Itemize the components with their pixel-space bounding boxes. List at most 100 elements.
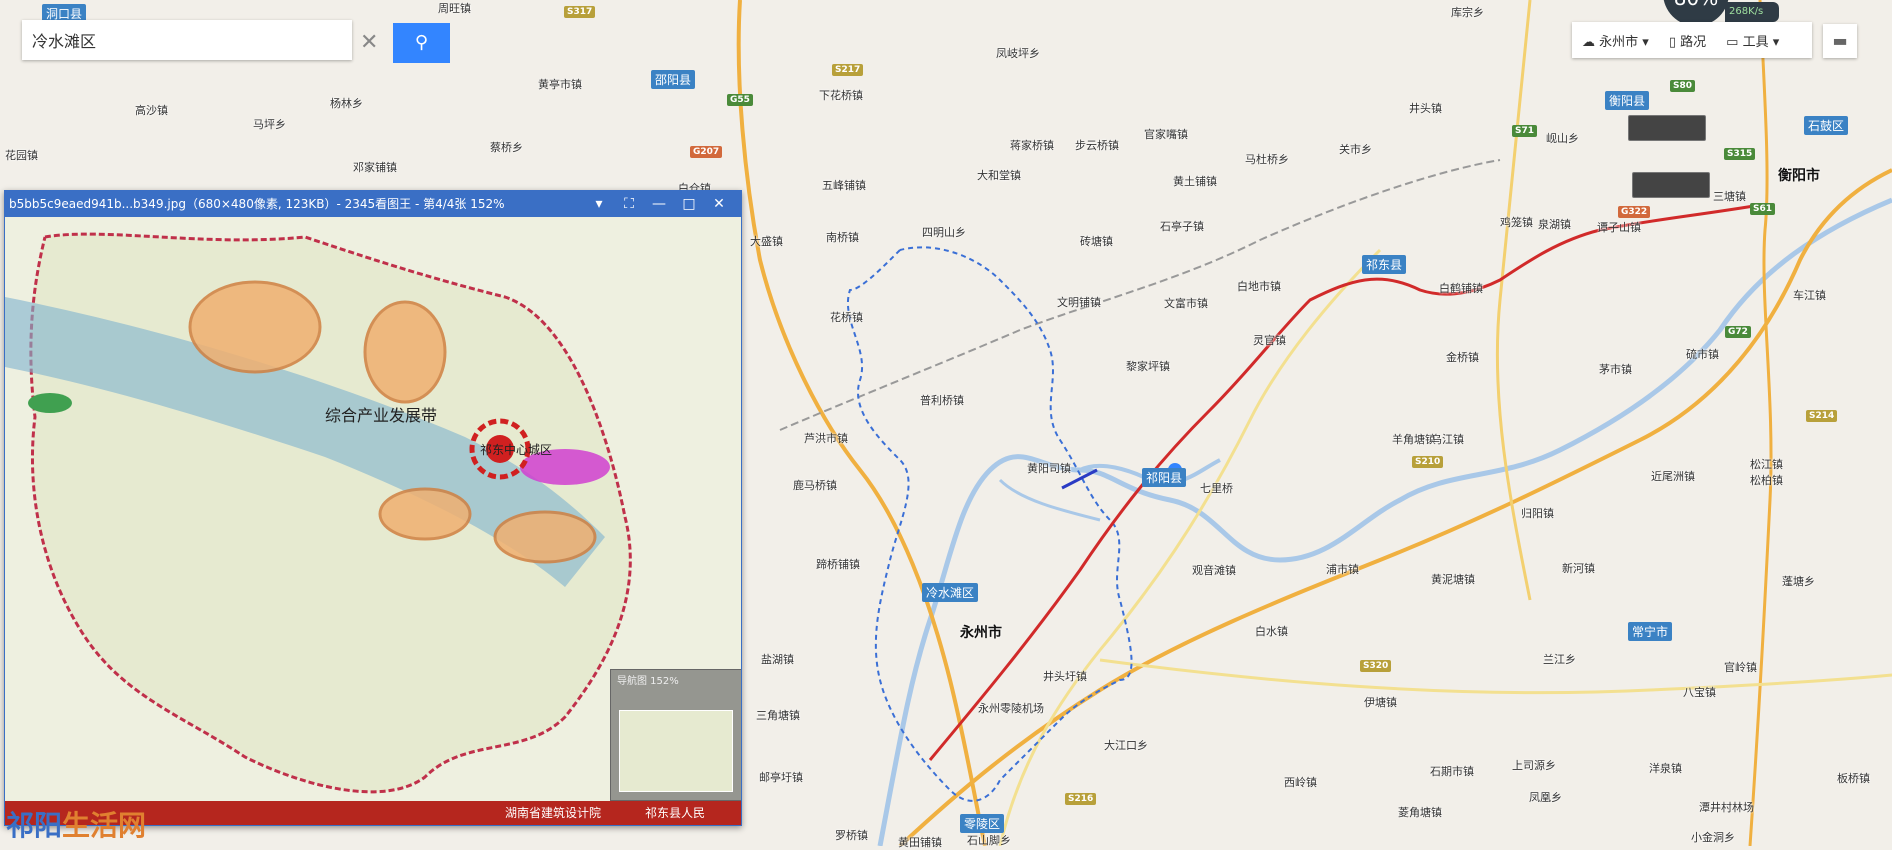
- road-shield: S320: [1360, 660, 1392, 672]
- road-shield: S317: [564, 6, 596, 18]
- road-shield: G72: [1725, 326, 1751, 338]
- road-shield: S61: [1750, 203, 1776, 215]
- traffic-button[interactable]: ▯ 路况: [1659, 31, 1716, 50]
- town: 井头圩镇: [1043, 670, 1087, 683]
- road-shield: S80: [1670, 80, 1696, 92]
- city-yongzhou[interactable]: 永州市: [960, 622, 1002, 642]
- town: 下花桥镇: [819, 89, 863, 102]
- town: 大江口乡: [1104, 739, 1148, 752]
- town: 黄泥塘镇: [1431, 573, 1475, 586]
- zone-green: [28, 393, 72, 413]
- county-shigu[interactable]: 石鼓区: [1804, 116, 1849, 135]
- county-changning[interactable]: 常宁市: [1628, 622, 1673, 641]
- dropdown-button[interactable]: ▾: [585, 191, 613, 217]
- city-select[interactable]: ☁ 永州市 ▾: [1572, 31, 1659, 50]
- town: 西岭镇: [1284, 776, 1317, 789]
- county-lengshuitan[interactable]: 冷水滩区: [922, 583, 979, 602]
- town: 新河镇: [1562, 562, 1595, 575]
- town: 谭子山镇: [1597, 221, 1641, 234]
- floating-widget[interactable]: [1628, 115, 1706, 141]
- town: 步云桥镇: [1075, 139, 1119, 152]
- town: 黄土铺镇: [1173, 175, 1217, 188]
- city-hengyang[interactable]: 衡阳市: [1778, 165, 1820, 185]
- traffic-light-icon: ▯: [1668, 34, 1676, 50]
- town: 伊塘镇: [1364, 696, 1397, 709]
- traffic-label: 路况: [1680, 34, 1707, 50]
- road-shield: S315: [1724, 148, 1756, 160]
- close-button[interactable]: ✕: [705, 191, 733, 217]
- floating-widget[interactable]: [1632, 172, 1710, 198]
- town: 潭井村林场: [1699, 801, 1754, 814]
- map-toolbar: ☁ 永州市 ▾ ▯ 路况 ▭ 工具 ▾: [1572, 22, 1812, 58]
- close-icon[interactable]: ✕: [360, 30, 378, 55]
- town: 鸡笼镇: [1500, 216, 1533, 229]
- maximize-icon: □: [682, 196, 696, 212]
- footer-right-text: 祁东县人民: [645, 806, 706, 820]
- town: 硫市镇: [1686, 348, 1719, 361]
- town: 南桥镇: [826, 231, 859, 244]
- town: 凤岐坪乡: [996, 47, 1040, 60]
- town: 黄阳司镇: [1027, 462, 1071, 475]
- county-qidong[interactable]: 祁东县: [1362, 255, 1407, 274]
- town: 菱角塘镇: [1398, 806, 1442, 819]
- town: 马杜桥乡: [1245, 153, 1289, 166]
- toolbox-icon: ▭: [1726, 34, 1739, 50]
- search-icon: ⚲: [414, 32, 429, 53]
- viewer-titlebar[interactable]: b5bb5c9eaed941b...b349.jpg（680×480像素, 12…: [5, 191, 741, 217]
- message-button[interactable]: ▬: [1823, 24, 1857, 58]
- zone: [378, 487, 472, 541]
- tools-label: 工具: [1742, 34, 1769, 50]
- town: 七里桥: [1200, 482, 1233, 495]
- zone: [188, 280, 322, 374]
- navigator-label: 导航图 152%: [617, 676, 679, 687]
- town: 杨林乡: [330, 97, 363, 110]
- road-shield: G207: [690, 146, 723, 158]
- town: 板桥镇: [1837, 772, 1870, 785]
- maximize-button[interactable]: □: [675, 191, 703, 217]
- county-qiyang[interactable]: 祁阳县: [1142, 468, 1187, 487]
- road-shield: S216: [1065, 793, 1097, 805]
- town: 乌江镇: [1431, 433, 1464, 446]
- county-hengyang[interactable]: 衡阳县: [1605, 91, 1650, 110]
- town: 邓家铺镇: [353, 161, 397, 174]
- town: 小金洞乡: [1691, 831, 1735, 844]
- town: 高沙镇: [135, 104, 168, 117]
- airport-label[interactable]: 永州零陵机场: [978, 700, 1044, 716]
- town: 五峰铺镇: [822, 179, 866, 192]
- town: 车江镇: [1793, 289, 1826, 302]
- image-viewer-window[interactable]: b5bb5c9eaed941b...b349.jpg（680×480像素, 12…: [4, 190, 742, 826]
- county-shaoyang[interactable]: 邵阳县: [651, 70, 696, 89]
- road-shield: S217: [832, 64, 864, 76]
- town: 浦市镇: [1326, 563, 1359, 576]
- town: 文富市镇: [1164, 297, 1208, 310]
- town: 盐湖镇: [761, 653, 794, 666]
- viewer-image[interactable]: 综合产业发展带 祁东中心城区 导航图 152% 湖南省建筑设计院 祁东县人民: [5, 217, 741, 825]
- town: 黎家坪镇: [1126, 360, 1170, 373]
- town: 大和堂镇: [977, 169, 1021, 182]
- town: 三塘镇: [1713, 190, 1746, 203]
- town: 三角塘镇: [756, 709, 800, 722]
- search-input[interactable]: [30, 28, 334, 52]
- navigator-thumbnail[interactable]: 导航图 152%: [610, 669, 741, 801]
- town: 蹄桥铺镇: [816, 558, 860, 571]
- town: 八宝镇: [1683, 686, 1716, 699]
- town: 蔡桥乡: [490, 141, 523, 154]
- county-lingling[interactable]: 零陵区: [960, 814, 1005, 833]
- minimize-button[interactable]: —: [645, 191, 673, 217]
- speed-percent: 80%: [1674, 0, 1718, 10]
- search-button[interactable]: ⚲: [393, 23, 450, 63]
- town: 花桥镇: [830, 311, 863, 324]
- close-icon: ✕: [713, 196, 725, 212]
- town: 松柏镇: [1750, 474, 1783, 487]
- site-watermark: 祁阳生活网: [6, 804, 146, 844]
- tools-button[interactable]: ▭ 工具 ▾: [1716, 31, 1789, 50]
- search-box: [22, 20, 352, 60]
- town: 观音滩镇: [1192, 564, 1236, 577]
- watermark-part1: 祁阳: [6, 809, 63, 842]
- cloud-icon: ☁: [1582, 34, 1595, 50]
- town: 四明山乡: [922, 226, 966, 239]
- footer-left-text: 湖南省建筑设计院: [505, 806, 602, 820]
- fullscreen-button[interactable]: ⛶: [615, 191, 643, 217]
- fullscreen-icon: ⛶: [624, 196, 634, 212]
- road-shield: S210: [1412, 456, 1444, 468]
